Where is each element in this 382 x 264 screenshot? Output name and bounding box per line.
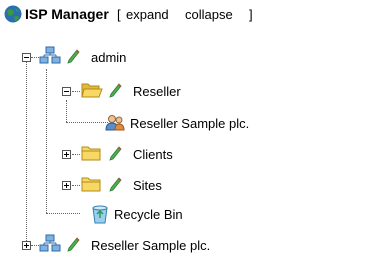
users-icon bbox=[105, 115, 125, 131]
tree-line bbox=[72, 154, 80, 155]
tree-line bbox=[46, 69, 47, 213]
bracket-open: [ bbox=[117, 7, 121, 22]
tree-line bbox=[26, 57, 27, 243]
expand-toggle-clients[interactable] bbox=[62, 150, 71, 159]
expand-toggle-sites[interactable] bbox=[62, 181, 71, 190]
tree-item-clients[interactable]: Clients bbox=[133, 147, 173, 163]
folder-icon bbox=[81, 146, 101, 161]
tree-item-reseller-sample-child[interactable]: Reseller Sample plc. bbox=[130, 116, 249, 132]
tree-line bbox=[31, 57, 39, 58]
tree-line bbox=[31, 245, 39, 246]
tree-item-admin[interactable]: admin bbox=[91, 50, 126, 66]
recycle-bin-icon bbox=[92, 205, 108, 224]
tree-line bbox=[72, 185, 80, 186]
tree-line bbox=[66, 122, 108, 123]
edit-pencil-icon[interactable] bbox=[66, 237, 80, 253]
app-title: ISP Manager bbox=[25, 6, 109, 22]
tree-line bbox=[66, 100, 67, 122]
tree-item-recycle-bin[interactable]: Recycle Bin bbox=[114, 207, 183, 223]
folder-open-icon bbox=[81, 83, 103, 98]
tree-line bbox=[46, 213, 80, 214]
globe-icon bbox=[4, 5, 22, 23]
collapse-toggle-reseller[interactable] bbox=[62, 87, 71, 96]
folder-icon bbox=[81, 177, 101, 192]
edit-pencil-icon[interactable] bbox=[108, 83, 122, 99]
collapse-toggle-admin[interactable] bbox=[22, 53, 31, 62]
tree-line bbox=[72, 91, 80, 92]
edit-pencil-icon[interactable] bbox=[108, 177, 122, 193]
expand-toggle-reseller-sample[interactable] bbox=[22, 241, 31, 250]
tree-item-reseller-sample[interactable]: Reseller Sample plc. bbox=[91, 238, 210, 254]
edit-pencil-icon[interactable] bbox=[108, 146, 122, 162]
network-icon bbox=[39, 234, 61, 252]
network-icon bbox=[39, 46, 61, 64]
edit-pencil-icon[interactable] bbox=[66, 49, 80, 65]
tree-item-sites[interactable]: Sites bbox=[133, 178, 162, 194]
tree-item-reseller[interactable]: Reseller bbox=[133, 84, 181, 100]
bracket-close: ] bbox=[249, 7, 253, 22]
collapse-link[interactable]: collapse bbox=[185, 7, 233, 23]
expand-link[interactable]: expand bbox=[126, 7, 169, 23]
